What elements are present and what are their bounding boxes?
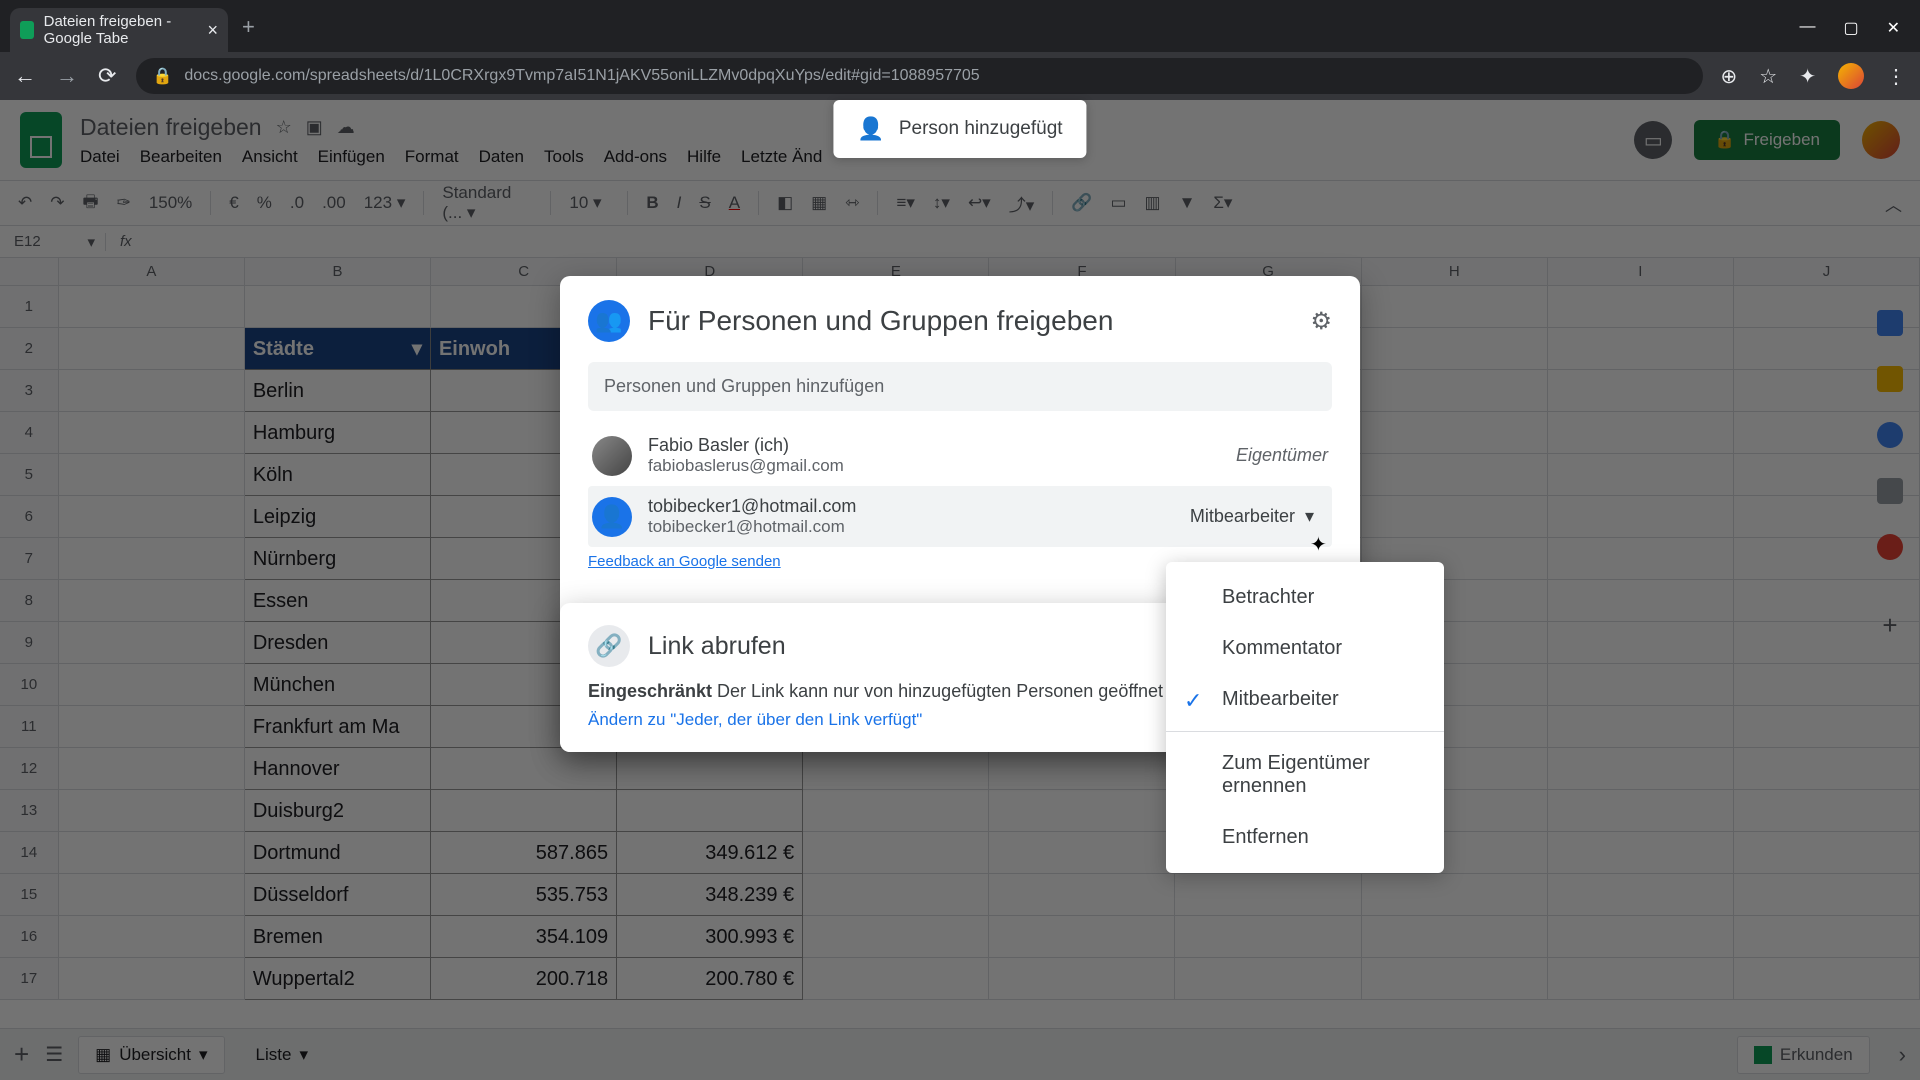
role-dropdown-menu: Betrachter Kommentator ✓ Mitbearbeiter Z… (1166, 562, 1444, 873)
maximize-icon[interactable]: ▢ (1843, 18, 1858, 38)
toast-text: Person hinzugefügt (899, 118, 1063, 140)
people-icon: 👥 (588, 300, 630, 342)
person-row-collaborator: 👤 tobibecker1@hotmail.com tobibecker1@ho… (588, 486, 1332, 547)
favicon (20, 21, 34, 39)
profile-avatar[interactable] (1838, 63, 1864, 89)
chevron-down-icon: ▾ (1305, 506, 1314, 527)
change-link-access[interactable]: Ändern zu "Jeder, der über den Link verf… (588, 710, 922, 730)
person-name: tobibecker1@hotmail.com (648, 496, 1160, 517)
url-text: docs.google.com/spreadsheets/d/1L0CRXrgx… (184, 67, 979, 85)
link-icon: 🔗 (588, 625, 630, 667)
role-option-commenter[interactable]: Kommentator (1166, 623, 1444, 674)
toast-notification: 👤 Person hinzugefügt (833, 100, 1086, 158)
lock-icon: 🔒 (152, 66, 172, 86)
person-add-icon: 👤 (857, 116, 884, 142)
person-email: fabiobaslerus@gmail.com (648, 456, 1220, 476)
mouse-cursor: ✦ (1310, 532, 1327, 557)
add-people-input[interactable]: Personen und Gruppen hinzufügen (588, 362, 1332, 411)
role-option-make-owner[interactable]: Zum Eigentümer ernennen (1166, 738, 1444, 812)
owner-label: Eigentümer (1236, 445, 1328, 466)
back-icon[interactable]: ← (14, 63, 36, 89)
close-window-icon[interactable]: ✕ (1887, 18, 1900, 38)
menu-icon[interactable]: ⋮ (1886, 64, 1906, 89)
role-option-remove[interactable]: Entfernen (1166, 812, 1444, 863)
person-row-owner: Fabio Basler (ich) fabiobaslerus@gmail.c… (588, 425, 1332, 486)
role-dropdown-button[interactable]: Mitbearbeiter ▾ (1176, 498, 1328, 535)
reload-icon[interactable]: ⟳ (98, 63, 116, 89)
dialog-title: Für Personen und Gruppen freigeben (648, 305, 1292, 337)
forward-icon: → (56, 63, 78, 89)
check-icon: ✓ (1184, 688, 1202, 714)
person-email: tobibecker1@hotmail.com (648, 517, 1160, 537)
url-field[interactable]: 🔒 docs.google.com/spreadsheets/d/1L0CRXr… (136, 58, 1702, 94)
close-tab-icon[interactable]: × (207, 20, 218, 41)
new-tab-button[interactable]: + (242, 14, 255, 40)
zoom-icon[interactable]: ⊕ (1721, 64, 1738, 89)
person-name: Fabio Basler (ich) (648, 435, 1220, 456)
role-option-viewer[interactable]: Betrachter (1166, 572, 1444, 623)
avatar: 👤 (592, 497, 632, 537)
link-section-title: Link abrufen (648, 632, 786, 661)
browser-tab[interactable]: Dateien freigeben - Google Tabe × (10, 8, 228, 52)
star-icon[interactable]: ☆ (1759, 64, 1777, 89)
extensions-icon[interactable]: ✦ (1799, 64, 1816, 89)
feedback-link[interactable]: Feedback an Google senden (588, 553, 781, 570)
tab-title: Dateien freigeben - Google Tabe (44, 13, 208, 47)
minimize-icon[interactable]: — (1799, 18, 1815, 38)
gear-icon[interactable]: ⚙ (1310, 307, 1332, 336)
role-option-editor[interactable]: ✓ Mitbearbeiter (1166, 674, 1444, 725)
avatar (592, 436, 632, 476)
